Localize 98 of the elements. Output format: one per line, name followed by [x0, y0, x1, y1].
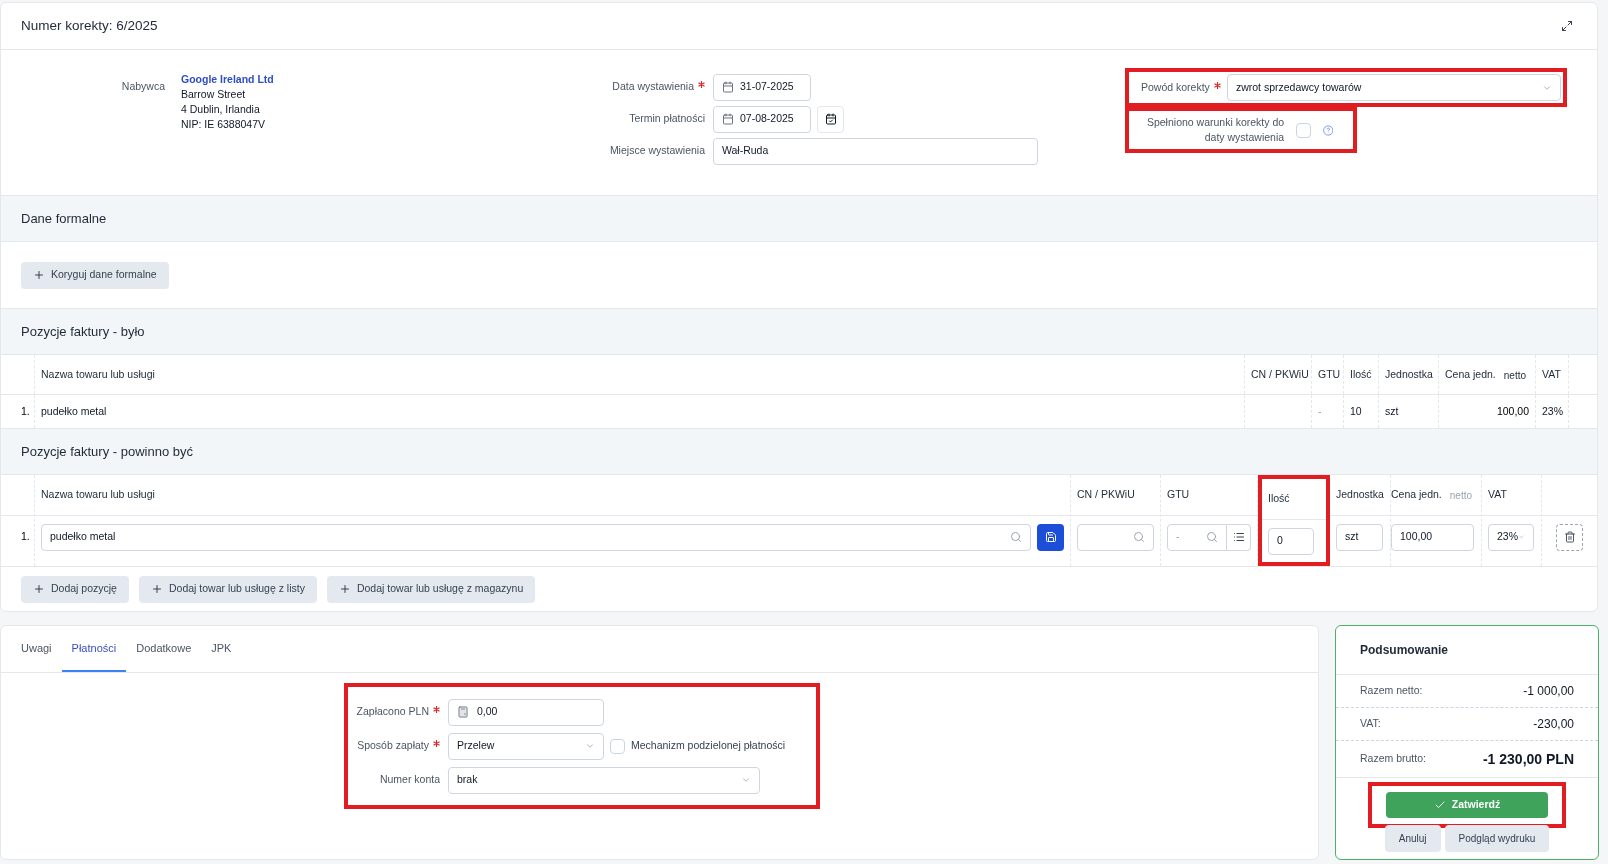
table-cell-text: 23% [1542, 403, 1563, 419]
summary-title: Podsumowanie [1360, 642, 1448, 659]
column-header: VAT [1488, 487, 1507, 503]
calendar-icon [722, 113, 734, 125]
save-button[interactable] [1037, 523, 1064, 551]
column-header: Nazwa towaru lub usługi [41, 487, 155, 503]
column-header: Ilość [1268, 491, 1290, 507]
search-icon [1133, 531, 1145, 543]
column-header: Ilość [1350, 367, 1372, 383]
trash-icon [1563, 531, 1576, 543]
checkbox[interactable] [1296, 122, 1311, 138]
field-label: Powód korekty [1141, 80, 1210, 93]
calendar-button[interactable] [817, 105, 844, 133]
account-select[interactable]: brak [448, 766, 760, 794]
table-cell-text: 10 [1350, 403, 1362, 419]
plus-icon [33, 269, 45, 281]
calculator-icon [457, 706, 469, 718]
list-button[interactable] [1227, 523, 1251, 551]
tab[interactable]: JPK [211, 626, 232, 672]
chevron-icon [585, 741, 595, 751]
plus-icon [33, 583, 45, 595]
field-label: Nabywca [121, 80, 165, 92]
address-line: Barrow Street [181, 87, 247, 102]
tab[interactable]: Dodatkowe [136, 626, 192, 672]
field-label: Zapłacono PLN [356, 705, 429, 718]
add-button[interactable]: Dodaj towar lub usługę z listy [138, 575, 317, 603]
row-number: 1. [21, 529, 30, 545]
tab[interactable]: Uwagi [21, 626, 52, 672]
checkbox[interactable] [610, 738, 625, 754]
calendar-icon [722, 81, 734, 93]
summary-label: Razem netto: [1360, 683, 1423, 699]
column-header: GTU [1318, 367, 1341, 383]
summary-value: -1 230,00 PLN [1482, 749, 1574, 769]
action-button[interactable]: Anuluj [1384, 825, 1441, 852]
checkbox-label: Mechanizm podzielonej płatności [631, 738, 786, 754]
delete-button[interactable] [1556, 523, 1583, 551]
address-line: NIP: IE 6388047V [181, 117, 267, 132]
column-header: Jednostka [1336, 487, 1384, 503]
window-title: Numer korekty: 6/2025 [21, 16, 158, 35]
field-label: Numer konta [379, 773, 440, 786]
tab[interactable]: Płatności [61, 626, 127, 672]
cn-field[interactable] [1077, 523, 1154, 551]
amount-field[interactable]: 0,00 [448, 698, 604, 726]
plus-icon [338, 583, 351, 595]
table-cell-text: pudełko metal [41, 403, 107, 419]
help-icon[interactable] [1322, 124, 1333, 136]
date-field[interactable]: 07-08-2025 [713, 105, 811, 133]
plus-icon [150, 583, 163, 595]
add-button[interactable]: Koryguj dane formalne [21, 261, 169, 289]
vat-select[interactable]: 23% [1488, 523, 1534, 551]
quantity-field[interactable]: 0 [1268, 527, 1314, 555]
add-button[interactable]: Dodaj pozycję [21, 575, 129, 603]
field-label: Sposób zapłaty [357, 739, 429, 752]
add-button[interactable]: Dodaj towar lub usługę z magazynu [326, 575, 536, 603]
section-title: Dane formalne [21, 209, 107, 228]
payment-method-select[interactable]: Przelew [448, 732, 604, 760]
summary-value: -230,00 [1533, 716, 1574, 733]
price-field[interactable]: 100,00 [1391, 523, 1474, 551]
summary-label: VAT: [1360, 716, 1381, 732]
search-icon [1010, 531, 1022, 543]
column-header: GTU [1167, 487, 1190, 503]
column-note: netto [1449, 488, 1473, 503]
section-title: Pozycje faktury - było [21, 322, 145, 341]
product-name-field[interactable]: pudełko metal [41, 523, 1031, 551]
column-header: Cena jedn. [1391, 487, 1442, 503]
column-header: VAT [1542, 367, 1561, 383]
table-cell-text: szt [1385, 403, 1399, 419]
check-icon [1433, 799, 1446, 811]
column-header: CN / PKWiU [1251, 367, 1309, 383]
chevron-icon [1518, 532, 1525, 542]
maximize-icon[interactable] [1561, 20, 1573, 32]
section-title: Pozycje faktury - powinno być [21, 442, 193, 461]
column-header: Jednostka [1385, 367, 1433, 383]
column-header: CN / PKWiU [1077, 487, 1135, 503]
field-label: Termin płatności [629, 112, 705, 125]
buyer-link[interactable]: Google Ireland Ltd [181, 72, 274, 87]
column-header: Cena jedn. [1445, 367, 1496, 383]
unit-field[interactable]: szt [1336, 523, 1383, 551]
summary-value: -1 000,00 [1523, 683, 1574, 700]
chevron-icon [741, 775, 751, 785]
text-field[interactable]: Wał-Ruda [713, 137, 1038, 165]
table-cell-text: 100,00 [1496, 403, 1529, 419]
address-line: 4 Dublin, Irlandia [181, 102, 261, 117]
search-icon [1206, 531, 1218, 543]
calendar-icon [824, 113, 837, 125]
field-label: Miejsce wystawienia [609, 144, 705, 157]
table-cell-text: - [1318, 403, 1322, 419]
row-number: 1. [21, 403, 30, 419]
save-icon [1044, 531, 1057, 543]
summary-label: Razem brutto: [1360, 751, 1426, 767]
action-button[interactable]: Podgląd wydruku [1444, 825, 1550, 852]
list-icon [1232, 531, 1245, 543]
column-note: netto [1503, 368, 1527, 383]
reason-select[interactable]: zwrot sprzedawcy towarów [1226, 74, 1561, 101]
checkbox-label: Spełniono warunki korekty do daty wystawienia [1145, 115, 1285, 145]
field-label: Data wystawienia [612, 80, 694, 93]
column-header: Nazwa towaru lub usługi [41, 367, 155, 383]
date-field[interactable]: 31-07-2025 [713, 73, 811, 101]
